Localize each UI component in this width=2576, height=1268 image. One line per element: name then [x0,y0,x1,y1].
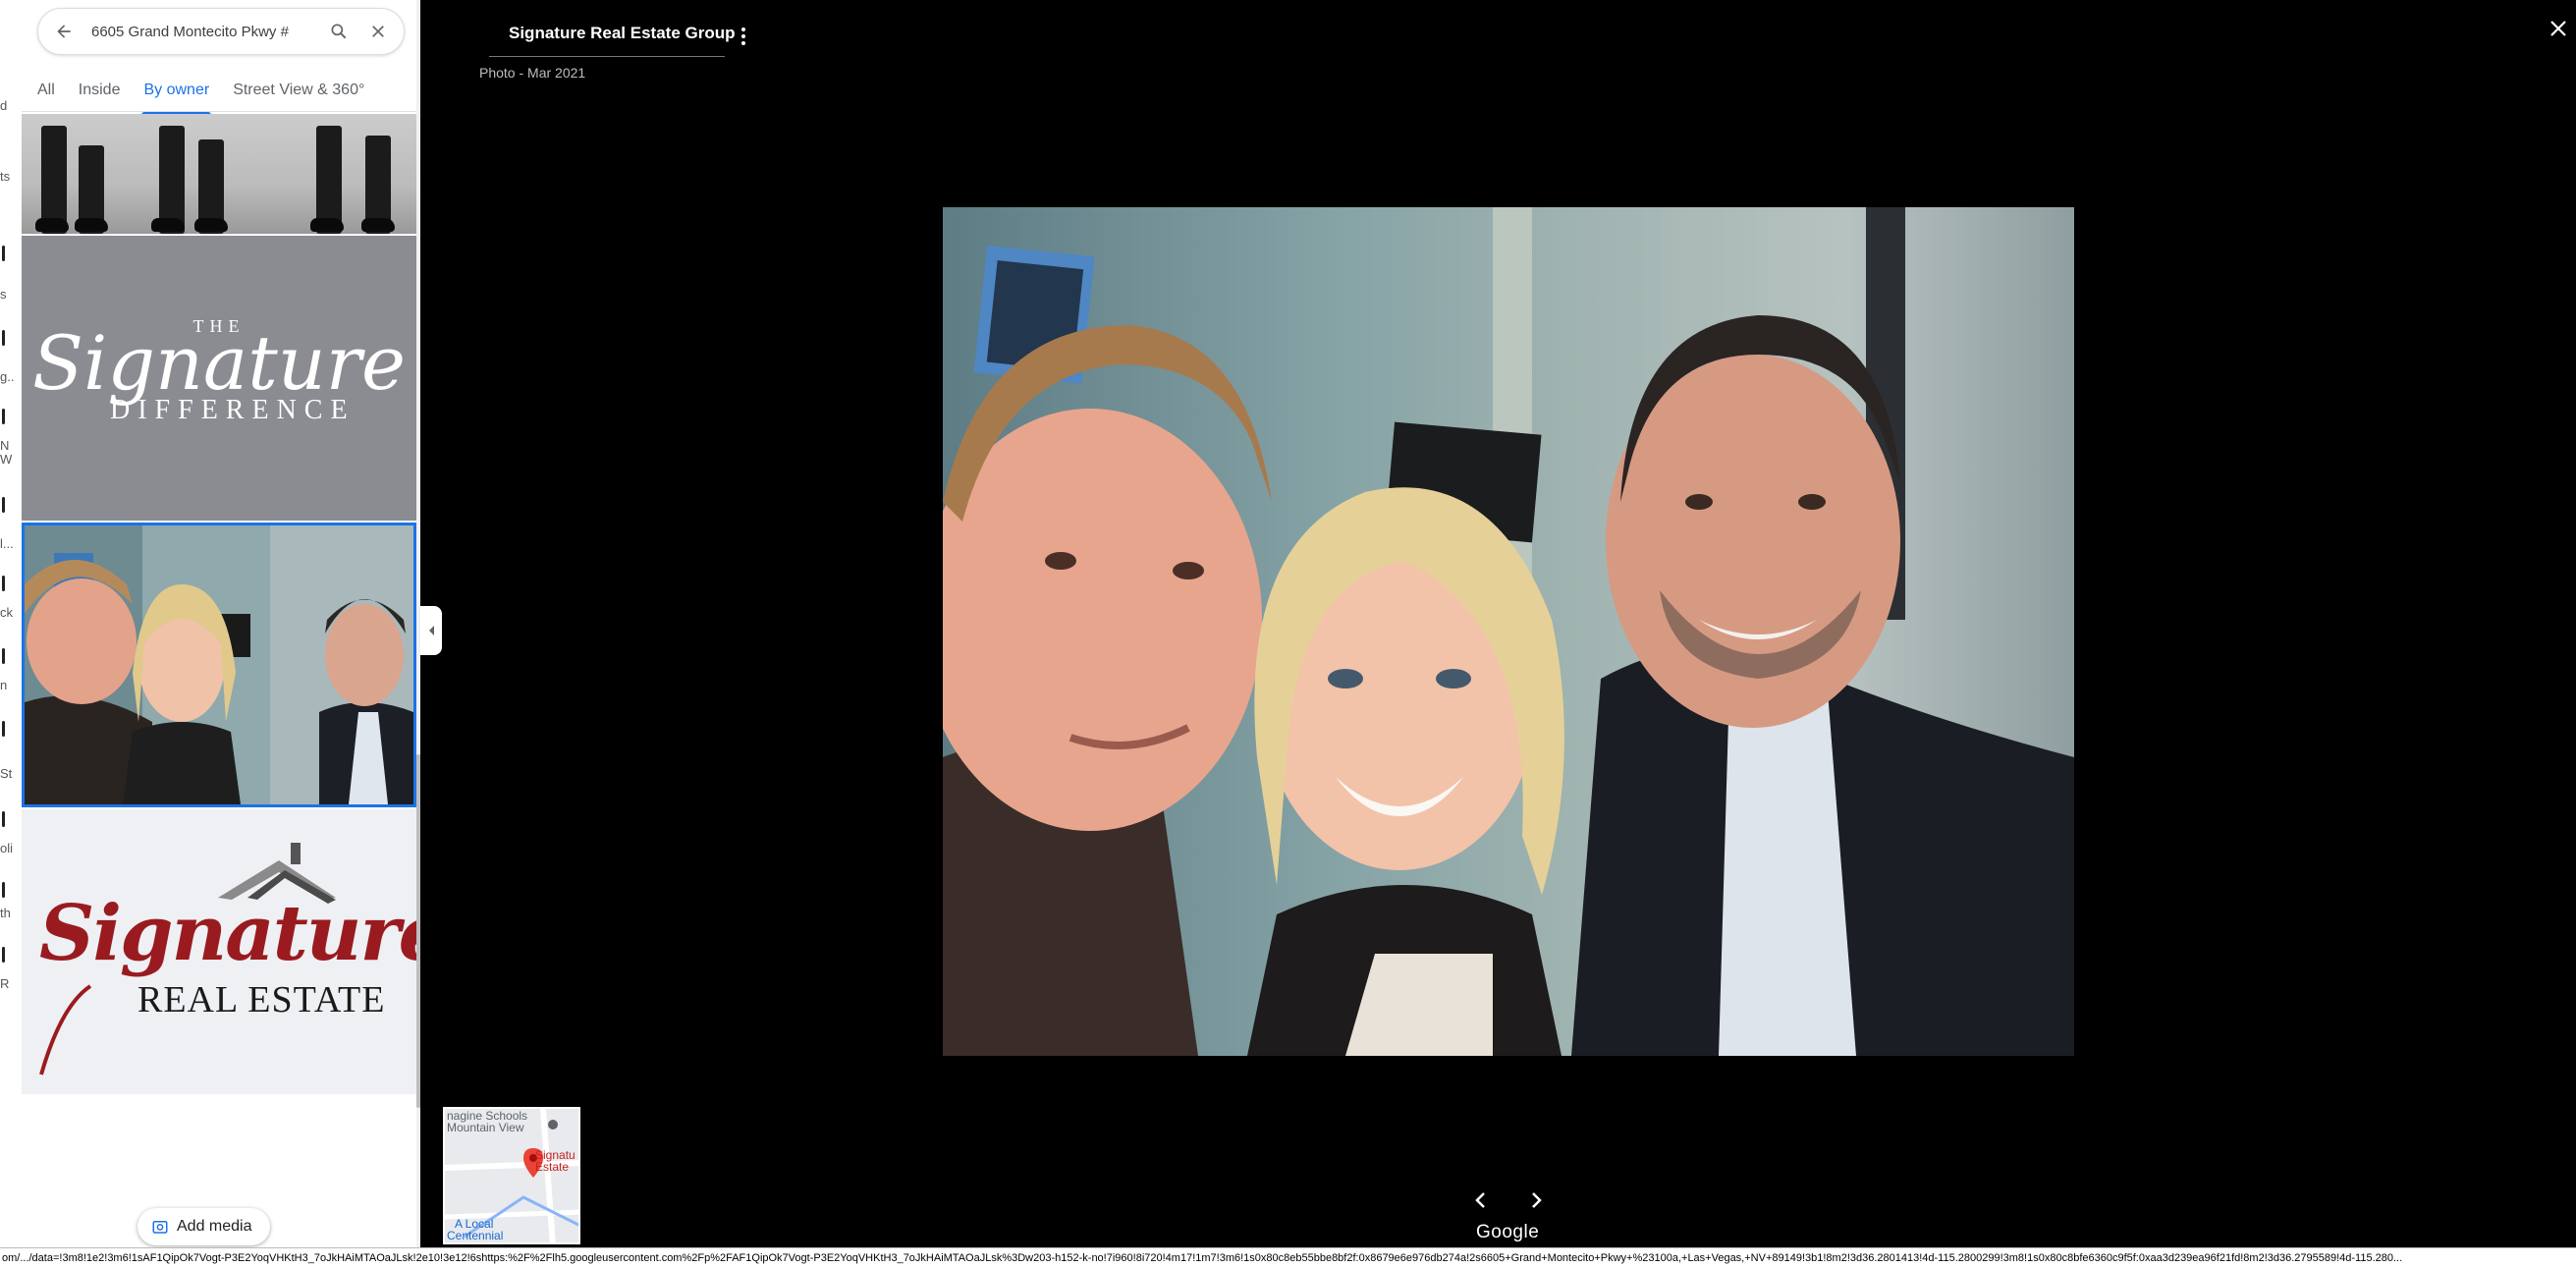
collapse-panel-button[interactable] [420,606,442,655]
place-panel-background: d ts s g.. N W l... ck n St oli th R [0,0,22,1247]
close-viewer-button[interactable] [2544,14,2573,43]
search-icon[interactable] [319,12,358,51]
minimap-label: Mountain View [447,1121,524,1134]
side-panel-scrollbar-thumb[interactable] [416,754,420,1108]
minimap-place-label: Estate [535,1160,570,1174]
close-icon [2550,21,2566,36]
caret-left-icon [429,626,434,635]
more-vert-icon [741,28,745,45]
chevron-right-icon [1532,1192,1542,1208]
photo-thumbnail-signature-difference[interactable]: THE Signature DIFFERENCE [22,236,416,521]
thumbnail-text-difference: DIFFERENCE [110,395,356,425]
maps-photo-viewer: d ts s g.. N W l... ck n St oli th R 660… [0,0,2576,1268]
previous-photo-button[interactable] [1468,1188,1492,1212]
minimap-label: Centennial [447,1229,504,1242]
tab-by-owner[interactable]: By owner [136,72,217,115]
tab-street-view[interactable]: Street View & 360° [225,72,372,109]
location-minimap[interactable]: nagine Schools Mountain View Signatu Est… [443,1107,580,1244]
logo-text-real-estate: REAL ESTATE [137,979,386,1020]
photo-date: Photo - Mar 2021 [479,65,586,81]
next-photo-button[interactable] [1525,1188,1549,1212]
photo-thumbnail-selfie-selected[interactable] [22,523,416,807]
photo-thumbnail-signature-logo[interactable]: Signature REAL ESTATE [22,809,416,1094]
tab-all[interactable]: All [29,72,63,109]
chevron-left-icon [1475,1192,1485,1208]
thumbnail-text-signature: Signature [31,319,407,407]
selfie-photo-image [943,207,2074,1056]
add-photo-icon [152,1221,168,1234]
photo-thumbnail-group-shoes[interactable] [22,114,416,234]
clear-search-icon[interactable] [358,12,398,51]
photo-category-tabs: All Inside By owner Street View & 360° [22,69,420,115]
browser-status-bar: om/.../data=!3m8!1e2!3m6!1sAF1QipOk7Vogt… [0,1247,2576,1268]
more-options-button[interactable] [732,20,755,53]
back-arrow-icon[interactable] [44,12,83,51]
photo-owner-name[interactable]: Signature Real Estate Group [509,24,736,43]
selfie-thumbnail-image [25,525,413,804]
google-watermark: Google [1476,1222,1540,1242]
photos-side-panel: 6605 Grand Montecito Pkwy # All Inside B… [22,0,420,1247]
tab-inside[interactable]: Inside [71,72,129,109]
owner-divider [489,56,725,57]
main-photo[interactable] [943,207,2074,1056]
search-box: 6605 Grand Montecito Pkwy # [37,8,405,55]
logo-text-signature: Signature [39,889,416,978]
add-media-label: Add media [177,1218,252,1235]
search-input[interactable]: 6605 Grand Montecito Pkwy # [83,24,319,40]
add-media-button[interactable]: Add media [137,1208,270,1245]
status-url-text: om/.../data=!3m8!1e2!3m6!1sAF1QipOk7Vogt… [2,1252,2403,1264]
